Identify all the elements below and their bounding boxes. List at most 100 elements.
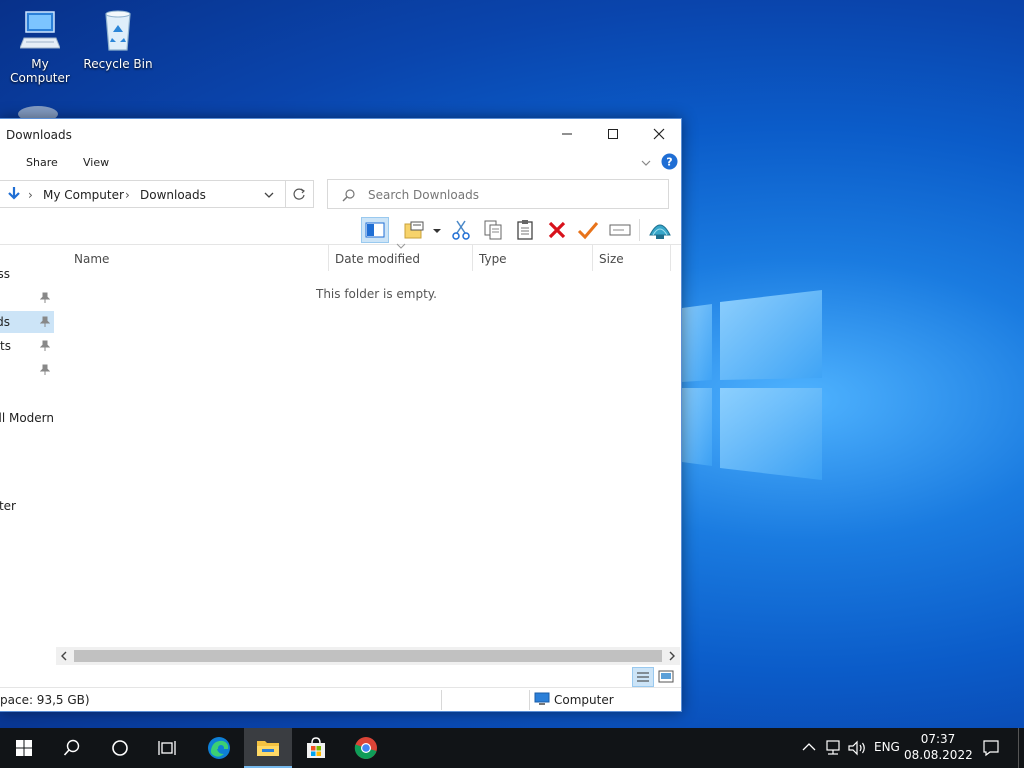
- navigation-pane: ss ds nts ell Modern uter: [0, 247, 54, 647]
- details-view-icon[interactable]: [632, 667, 654, 687]
- search-input[interactable]: Search Downloads: [368, 188, 479, 202]
- chevron-up-icon[interactable]: [802, 742, 816, 752]
- status-divider: [441, 690, 442, 710]
- pin-icon[interactable]: [40, 292, 50, 304]
- column-separator[interactable]: [592, 245, 593, 271]
- breadcrumb-my-computer[interactable]: My Computer: [43, 188, 124, 202]
- nav-item[interactable]: [0, 359, 54, 381]
- volume-icon[interactable]: [848, 740, 868, 756]
- shell-menu-button[interactable]: [646, 217, 674, 243]
- column-separator[interactable]: [670, 245, 671, 271]
- column-name[interactable]: Name: [74, 252, 109, 266]
- cut-button[interactable]: [447, 217, 475, 243]
- dropdown-arrow-icon[interactable]: [432, 227, 442, 235]
- status-divider: [529, 690, 530, 710]
- close-button[interactable]: [636, 119, 682, 149]
- address-divider: [285, 181, 286, 207]
- desktop-icon-recycle-bin[interactable]: Recycle Bin: [78, 8, 158, 71]
- nav-item[interactable]: uter: [0, 495, 54, 517]
- command-toolbar: [0, 215, 681, 245]
- copy-button[interactable]: [479, 217, 507, 243]
- explorer-window[interactable]: Downloads Share View ? › My Computer › D…: [0, 118, 682, 712]
- column-size[interactable]: Size: [599, 252, 624, 266]
- scroll-left-icon[interactable]: [60, 651, 68, 661]
- preview-pane-button[interactable]: [361, 217, 389, 243]
- cortana-button[interactable]: [96, 728, 144, 768]
- help-icon[interactable]: ?: [661, 153, 678, 170]
- column-separator[interactable]: [328, 245, 329, 271]
- large-icons-view-icon[interactable]: [658, 670, 674, 684]
- taskbar: ENG 07:37 08.08.2022: [0, 728, 1024, 768]
- column-separator[interactable]: [472, 245, 473, 271]
- delete-x-icon: [548, 221, 566, 239]
- pin-icon[interactable]: [40, 340, 50, 352]
- clock[interactable]: 07:37 08.08.2022: [904, 731, 973, 763]
- horizontal-scrollbar[interactable]: [56, 647, 680, 665]
- breadcrumb-chevron-icon: ›: [125, 188, 130, 202]
- store-button[interactable]: [292, 728, 340, 768]
- column-date-modified[interactable]: Date modified: [335, 252, 420, 266]
- search-button[interactable]: [48, 728, 96, 768]
- file-explorer-button[interactable]: [244, 728, 292, 768]
- maximize-button[interactable]: [590, 119, 636, 149]
- pin-icon[interactable]: [40, 364, 50, 376]
- nav-item[interactable]: ss: [0, 263, 54, 285]
- maximize-icon: [608, 129, 618, 139]
- store-bag-icon: [307, 737, 325, 758]
- edge-button[interactable]: [195, 728, 243, 768]
- nav-item[interactable]: ell Modern: [0, 407, 54, 429]
- search-box[interactable]: Search Downloads: [327, 179, 669, 209]
- search-icon: [63, 739, 80, 756]
- shell-icon: [649, 224, 671, 239]
- search-icon: [342, 189, 355, 202]
- paste-button[interactable]: [511, 217, 539, 243]
- pin-icon[interactable]: [40, 316, 50, 328]
- scroll-right-icon[interactable]: [668, 651, 676, 661]
- clock-time: 07:37: [920, 732, 956, 746]
- new-folder-button[interactable]: [400, 217, 428, 243]
- address-bar[interactable]: › My Computer › Downloads: [0, 180, 314, 208]
- location-text: Computer: [554, 693, 614, 707]
- cortana-circle-icon: [112, 740, 128, 756]
- nav-item-downloads[interactable]: ds: [0, 311, 54, 333]
- start-button[interactable]: [0, 728, 48, 768]
- tab-view[interactable]: View: [83, 156, 109, 169]
- computer-icon: [19, 11, 61, 49]
- empty-folder-message: This folder is empty.: [316, 287, 437, 301]
- nav-item[interactable]: nts: [0, 335, 54, 357]
- edge-icon: [208, 737, 230, 759]
- chrome-icon: [354, 737, 377, 759]
- scrollbar-thumb[interactable]: [74, 650, 662, 662]
- title-bar[interactable]: Downloads: [0, 119, 681, 151]
- computer-icon: [534, 692, 550, 705]
- clipboard-icon: [517, 220, 533, 240]
- windows-wallpaper-logo: [682, 290, 822, 480]
- close-icon: [653, 128, 665, 140]
- delete-button[interactable]: [543, 217, 571, 243]
- network-icon[interactable]: [824, 740, 842, 756]
- svg-text:?: ?: [666, 156, 672, 169]
- layout-pane-icon: [365, 222, 385, 238]
- folder-properties-icon: [404, 221, 424, 239]
- rename-button[interactable]: [606, 217, 634, 243]
- tab-share[interactable]: Share: [26, 156, 58, 169]
- language-indicator[interactable]: ENG: [874, 740, 900, 754]
- ribbon-tabs: Share View ?: [0, 151, 681, 175]
- windows-start-icon: [16, 740, 32, 756]
- nav-item[interactable]: [0, 287, 54, 309]
- breadcrumb-downloads[interactable]: Downloads: [140, 188, 206, 202]
- show-desktop-button[interactable]: [1018, 728, 1019, 768]
- desktop-partial-icon: [18, 106, 58, 118]
- notification-center-icon[interactable]: [982, 739, 1000, 757]
- breadcrumb-chevron-icon: ›: [28, 188, 33, 202]
- task-view-button[interactable]: [144, 728, 192, 768]
- properties-check-button[interactable]: [574, 217, 602, 243]
- address-dropdown-icon[interactable]: [263, 190, 275, 200]
- refresh-icon[interactable]: [292, 187, 306, 201]
- expand-ribbon-icon[interactable]: [640, 157, 652, 169]
- desktop-icon-my-computer[interactable]: My Computer: [0, 8, 80, 85]
- chrome-button[interactable]: [342, 728, 390, 768]
- column-type[interactable]: Type: [479, 252, 507, 266]
- desktop-icon-label: My Computer: [10, 57, 70, 85]
- minimize-button[interactable]: [544, 119, 590, 149]
